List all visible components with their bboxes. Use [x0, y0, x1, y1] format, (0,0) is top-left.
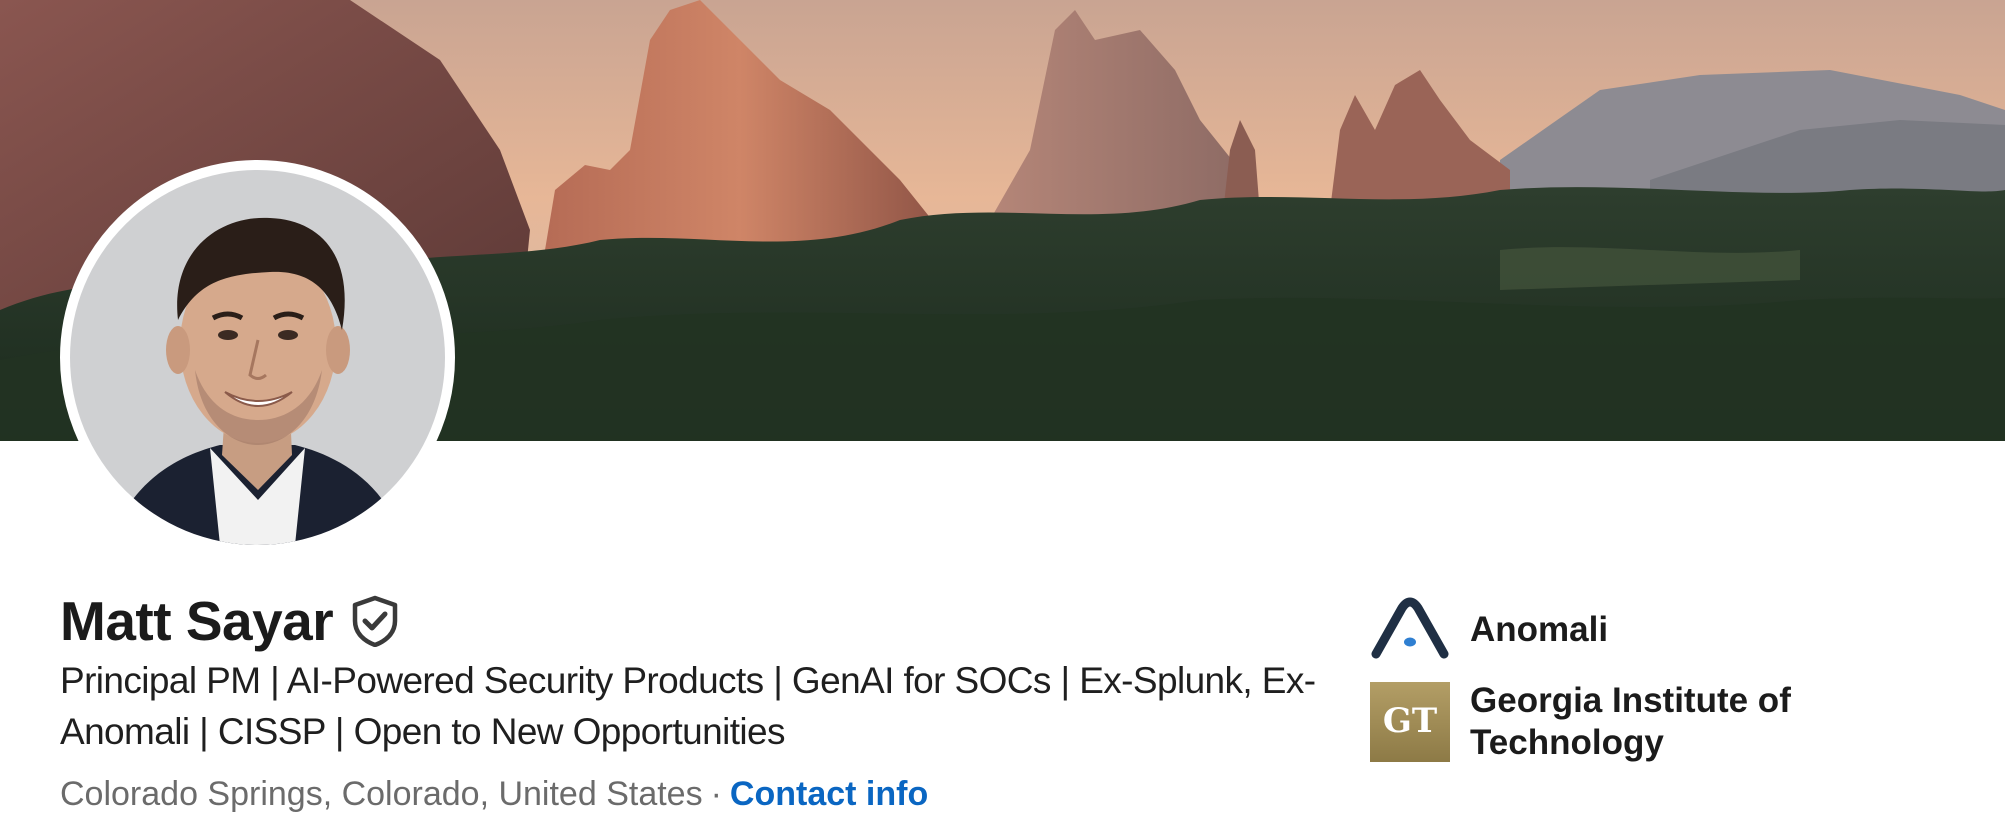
profile-avatar[interactable]	[60, 160, 455, 555]
anomali-logo-icon	[1371, 597, 1449, 659]
separator-dot: ·	[710, 775, 722, 813]
company-name: Anomali	[1470, 610, 1609, 649]
profile-headline: Principal PM | AI-Powered Security Produ…	[60, 660, 1316, 752]
location-row: Colorado Springs, Colorado, United State…	[60, 775, 928, 814]
school-name: Georgia Institute of Technology	[1470, 681, 1791, 762]
contact-info-link[interactable]: Contact info	[730, 775, 928, 813]
education[interactable]: GT Georgia Institute of Technology	[1370, 680, 1810, 764]
profile-name: Matt Sayar	[60, 590, 334, 652]
profile-photo	[70, 170, 445, 545]
georgia-tech-logo-icon: GT	[1370, 682, 1450, 762]
current-company[interactable]: Anomali	[1370, 590, 1608, 670]
verified-shield-icon[interactable]	[351, 595, 399, 647]
profile-card: Matt Sayar Principal PM | AI-Powered Sec…	[0, 0, 2005, 833]
svg-text:GT: GT	[1383, 701, 1437, 741]
name-row: Matt Sayar	[60, 586, 399, 656]
profile-location: Colorado Springs, Colorado, United State…	[60, 775, 703, 813]
